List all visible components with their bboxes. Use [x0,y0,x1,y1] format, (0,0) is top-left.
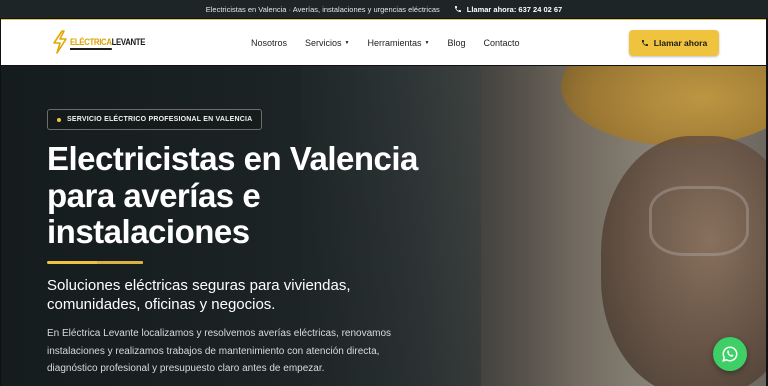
main-nav: Nosotros Servicios ▼ Herramientas ▼ Blog C… [251,20,520,66]
title-underline [47,261,143,264]
hero-subtitle: Soluciones eléctricas seguras para vivie… [47,277,351,313]
phone-icon [641,40,648,46]
caret-down-icon: ▼ [344,40,350,46]
nav-item-servicios[interactable]: Servicios ▼ [305,38,349,48]
hero-description: En Eléctrica Levante localizamos y resol… [47,328,392,374]
top-bar: Electricistas en Valencia · Averías, ins… [0,0,768,18]
nav-item-label: Contacto [483,38,520,48]
nav-item-herramientas[interactable]: Herramientas ▼ [367,38,429,48]
call-now-button[interactable]: Llamar ahora [629,30,719,56]
caret-down-icon: ▼ [424,40,430,46]
hero-badge-label: SERVICIO ELÉCTRICO PROFESIONAL EN VALENC… [67,116,253,123]
phone-icon [454,6,461,12]
whatsapp-icon [722,346,738,362]
badge-dot-icon [57,117,61,122]
whatsapp-button[interactable] [713,337,747,371]
call-now-label: Llamar ahora [653,38,708,48]
nav-item-nosotros[interactable]: Nosotros [251,38,287,48]
site-logo[interactable]: ELÉCTRICALEVANTE [51,30,162,54]
nav-item-label: Blog [447,38,466,48]
nav-item-label: Herramientas [367,38,422,48]
logo-text: ELÉCTRICALEVANTE [70,36,146,50]
nav-item-label: Servicios [305,38,342,48]
nav-item-blog[interactable]: Blog [447,38,465,48]
site-header: ELÉCTRICALEVANTE Nosotros Servicios ▼ Her… [1,19,766,65]
title-underline-tail [97,261,143,264]
logo-text-part1: ELÉCTRICA [70,36,112,50]
nav-item-contacto[interactable]: Contacto [483,38,519,48]
nav-item-label: Nosotros [251,38,288,48]
hero-section: SERVICIO ELÉCTRICO PROFESIONAL EN VALENC… [1,66,766,386]
lightning-bolt-icon [53,30,67,54]
top-bar-phone-link[interactable]: Llamar ahora: 637 24 02 67 [454,5,562,14]
logo-text-part2: LEVANTE [111,36,146,48]
top-bar-tagline: Electricistas en Valencia · Averías, ins… [205,4,440,14]
hero-title: Electricistas en Valencia para averías e… [47,140,418,250]
top-bar-phone-label: Llamar ahora: 637 24 02 67 [466,4,563,14]
hero-badge: SERVICIO ELÉCTRICO PROFESIONAL EN VALENC… [47,109,263,130]
